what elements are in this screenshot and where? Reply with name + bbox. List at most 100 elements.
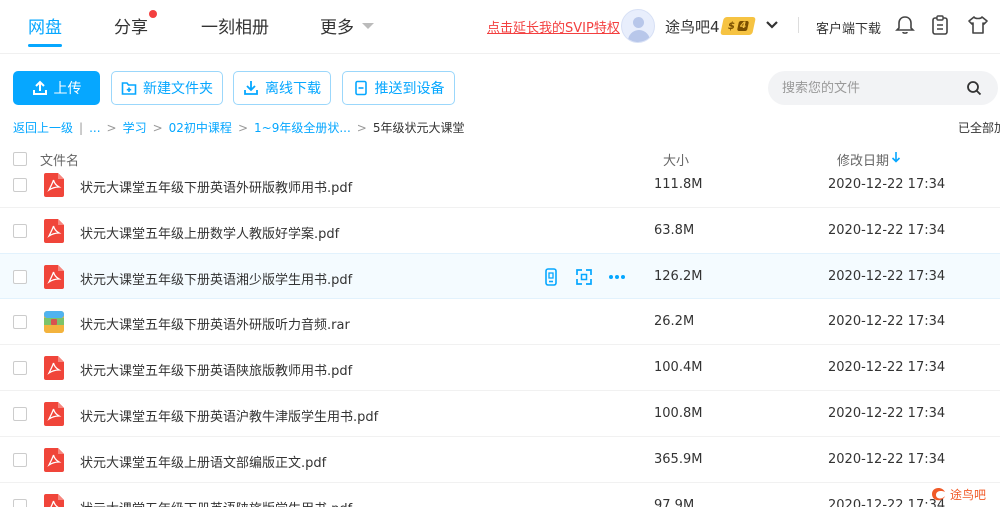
push-to-device-label: 推送到设备: [374, 81, 445, 97]
client-download-link[interactable]: 客户端下载: [816, 18, 881, 37]
file-size: 126.2M: [654, 269, 703, 284]
search-box: [768, 71, 998, 105]
row-checkbox[interactable]: [13, 499, 27, 507]
file-name[interactable]: 状元大课堂五年级下册英语沪教牛津版学生用书.pdf: [80, 406, 378, 425]
file-size: 100.8M: [654, 406, 703, 421]
vip-symbol: $: [726, 20, 737, 32]
user-menu-chevron-icon[interactable]: [765, 20, 779, 30]
watermark-text: 途鸟吧: [950, 487, 986, 502]
device-icon: [354, 80, 367, 96]
column-header-name[interactable]: 文件名: [40, 150, 79, 169]
select-all-checkbox[interactable]: [13, 152, 27, 166]
breadcrumb: 返回上一级 |... > 学习 >02初中课程 >1~9年级全册状... >5年级状元大课堂: [13, 121, 465, 135]
share-link-icon[interactable]: [574, 267, 594, 287]
table-row[interactable]: 状元大课堂五年级下册英语沪教牛津版学生用书.pdf 100.8M 2020-12…: [0, 391, 1000, 437]
row-checkbox[interactable]: [13, 315, 27, 329]
bell-icon[interactable]: [894, 14, 916, 36]
file-date: 2020-12-22 17:34: [828, 314, 946, 329]
pdf-file-icon: [44, 265, 64, 289]
tab-share[interactable]: 分享: [114, 13, 148, 38]
vip-level-badge: $ 4: [720, 17, 756, 35]
file-size: 26.2M: [654, 314, 695, 329]
pdf-file-icon: [44, 219, 64, 243]
row-checkbox[interactable]: [13, 178, 27, 192]
file-size: 365.9M: [654, 452, 703, 467]
svip-renew-link[interactable]: 点击延长我的SVIP特权: [487, 17, 620, 36]
table-header: 文件名 大小 修改日期: [0, 145, 1000, 173]
more-options-icon[interactable]: [607, 267, 627, 287]
file-name[interactable]: 状元大课堂五年级上册语文部编版正文.pdf: [80, 452, 326, 471]
rar-archive-icon: [44, 311, 64, 333]
upload-icon: [32, 80, 47, 95]
search-icon[interactable]: [966, 80, 982, 96]
breadcrumb-current: 5年级状元大课堂: [372, 121, 465, 135]
file-date: 2020-12-22 17:34: [828, 452, 946, 467]
table-row[interactable]: 状元大课堂五年级下册英语陕旅版学生用书.pdf 97.9M 2020-12-22…: [0, 483, 1000, 507]
row-checkbox[interactable]: [13, 453, 27, 467]
username[interactable]: 途鸟吧4: [665, 16, 720, 37]
table-row[interactable]: 状元大课堂五年级下册英语湘少版学生用书.pdf 126.2M 2020-12-2…: [0, 253, 1000, 299]
file-date: 2020-12-22 17:34: [828, 360, 946, 375]
upload-label: 上传: [53, 81, 82, 97]
search-input[interactable]: [782, 79, 962, 97]
table-row[interactable]: 状元大课堂五年级下册英语外研版听力音频.rar 26.2M 2020-12-22…: [0, 299, 1000, 345]
sort-descending-icon[interactable]: [891, 151, 901, 163]
row-checkbox[interactable]: [13, 270, 27, 284]
breadcrumb-item[interactable]: 1~9年级全册状...: [254, 121, 351, 135]
push-to-device-icon[interactable]: [541, 267, 561, 287]
pdf-file-icon: [44, 173, 64, 197]
breadcrumb-item[interactable]: 02初中课程: [169, 121, 232, 135]
file-size: 97.9M: [654, 498, 695, 507]
file-name[interactable]: 状元大课堂五年级下册英语外研版听力音频.rar: [80, 314, 350, 333]
header-divider: [798, 17, 799, 33]
pdf-file-icon: [44, 402, 64, 426]
file-name[interactable]: 状元大课堂五年级下册英语陕旅版学生用书.pdf: [80, 498, 352, 507]
pdf-file-icon: [44, 356, 64, 380]
avatar[interactable]: [621, 9, 655, 43]
upload-button[interactable]: 上传: [13, 71, 100, 105]
offline-download-label: 离线下载: [265, 81, 321, 97]
new-folder-button[interactable]: 新建文件夹: [111, 71, 223, 105]
file-date: 2020-12-22 17:34: [828, 269, 946, 284]
vip-level: 4: [736, 21, 750, 31]
file-date: 2020-12-22 17:34: [828, 406, 946, 421]
file-size: 111.8M: [654, 177, 703, 192]
file-date: 2020-12-22 17:34: [828, 223, 946, 238]
push-to-device-button[interactable]: 推送到设备: [342, 71, 455, 105]
tab-more[interactable]: 更多: [320, 13, 354, 38]
share-notification-dot: [149, 10, 157, 18]
breadcrumb-ellipsis[interactable]: ...: [89, 121, 100, 135]
new-folder-label: 新建文件夹: [143, 81, 213, 97]
offline-download-button[interactable]: 离线下载: [233, 71, 331, 105]
pdf-file-icon: [44, 448, 64, 472]
file-name[interactable]: 状元大课堂五年级下册英语陕旅版教师用书.pdf: [80, 360, 352, 379]
file-date: 2020-12-22 17:34: [828, 177, 946, 192]
breadcrumb-item[interactable]: 学习: [123, 121, 147, 135]
file-name[interactable]: 状元大课堂五年级下册英语湘少版学生用书.pdf: [80, 269, 352, 288]
top-nav-bar: 网盘 分享 一刻相册 更多 点击延长我的SVIP特权 途鸟吧4 $ 4 客户端下…: [0, 0, 1000, 54]
row-checkbox[interactable]: [13, 407, 27, 421]
column-header-size[interactable]: 大小: [663, 150, 689, 169]
load-status: 已全部加载: [958, 121, 1000, 135]
row-checkbox[interactable]: [13, 224, 27, 238]
file-size: 63.8M: [654, 223, 695, 238]
tshirt-icon[interactable]: [967, 14, 989, 36]
column-header-date[interactable]: 修改日期: [837, 150, 889, 169]
file-name[interactable]: 状元大课堂五年级下册英语外研版教师用书.pdf: [80, 177, 352, 196]
chevron-down-icon[interactable]: [362, 23, 374, 29]
breadcrumb-back[interactable]: 返回上一级: [13, 121, 73, 135]
pdf-file-icon: [44, 494, 64, 507]
tab-moment-album[interactable]: 一刻相册: [201, 13, 269, 38]
table-row[interactable]: 状元大课堂五年级上册语文部编版正文.pdf 365.9M 2020-12-22 …: [0, 437, 1000, 483]
folder-plus-icon: [121, 82, 137, 95]
download-icon: [244, 81, 258, 95]
clipboard-icon[interactable]: [929, 14, 951, 36]
active-tab-indicator: [28, 44, 62, 47]
table-row[interactable]: 状元大课堂五年级下册英语陕旅版教师用书.pdf 100.4M 2020-12-2…: [0, 345, 1000, 391]
table-row[interactable]: 状元大课堂五年级下册英语外研版教师用书.pdf 111.8M 2020-12-2…: [0, 173, 1000, 208]
file-name[interactable]: 状元大课堂五年级上册数学人教版好学案.pdf: [80, 223, 339, 242]
table-row[interactable]: 状元大课堂五年级上册数学人教版好学案.pdf 63.8M 2020-12-22 …: [0, 208, 1000, 254]
row-checkbox[interactable]: [13, 361, 27, 375]
file-list: 状元大课堂五年级下册英语外研版教师用书.pdf 111.8M 2020-12-2…: [0, 173, 1000, 507]
tab-netdisk[interactable]: 网盘: [28, 13, 62, 38]
